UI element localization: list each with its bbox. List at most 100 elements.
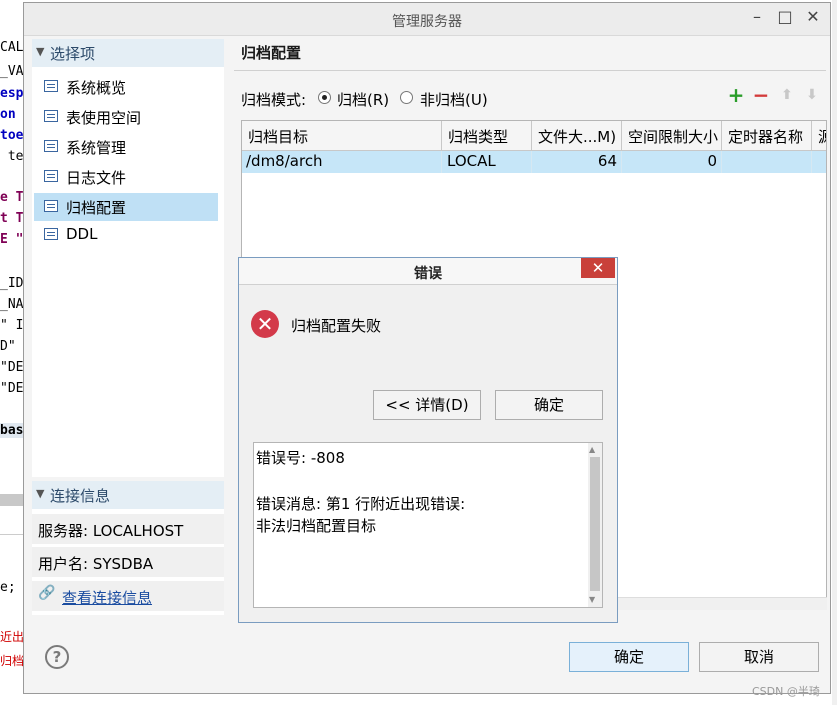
archive-radio-label[interactable]: 归档(R) xyxy=(337,89,389,110)
collapse-arrow-icon: ▼ xyxy=(36,45,45,58)
bg-code-line: esp xyxy=(0,86,24,101)
details-button[interactable]: << 详情(D) xyxy=(373,390,481,420)
bg-code-line: " I xyxy=(0,318,24,333)
window-title: 管理服务器 xyxy=(392,14,462,30)
bg-right-edge xyxy=(832,0,837,705)
archive-radio[interactable] xyxy=(318,91,331,104)
error-detail-message: 错误消息: 第1 行附近出现错误: xyxy=(256,495,466,513)
error-dialog: 错误 ✕ ✕ 归档配置失败 << 详情(D) 确定 错误号: -808 错误消息… xyxy=(238,257,618,623)
bg-code-line: _NA xyxy=(0,297,24,312)
nav-item-log-files[interactable]: 日志文件 xyxy=(34,163,218,191)
nav-item-label: DDL xyxy=(66,225,98,243)
table-icon xyxy=(44,200,58,212)
error-message: 归档配置失败 xyxy=(291,317,382,335)
cell-type: LOCAL xyxy=(442,151,532,173)
bg-scrollbar xyxy=(0,494,24,506)
error-icon: ✕ xyxy=(251,310,279,338)
error-detail-reason: 非法归档配置目标 xyxy=(256,517,377,535)
nav-item-archive-config[interactable]: 归档配置 xyxy=(34,193,218,221)
selection-section-header[interactable]: ▼ 选择项 xyxy=(32,39,224,67)
table-icon xyxy=(44,110,58,122)
page-title: 归档配置 xyxy=(241,44,302,62)
scroll-down-icon[interactable]: ▼ xyxy=(589,595,595,604)
noarchive-radio[interactable] xyxy=(400,91,413,104)
title-divider xyxy=(234,70,826,71)
error-code: 错误号: -808 xyxy=(256,449,345,467)
bg-code-line: on xyxy=(0,107,16,122)
connection-icon: 🔗 xyxy=(38,585,56,601)
view-connection-row: 🔗 查看连接信息 xyxy=(32,581,224,611)
column-header-timer[interactable]: 定时器名称 xyxy=(722,121,812,150)
column-header-file-size[interactable]: 文件大...M) xyxy=(532,121,622,150)
archive-mode-label: 归档模式: xyxy=(241,91,307,109)
bg-code-line: e; xyxy=(0,580,16,595)
column-header-source[interactable]: 源 xyxy=(812,121,826,150)
bg-code-line: CAL xyxy=(0,40,24,55)
add-icon[interactable]: + xyxy=(726,85,746,105)
selection-section-title: 选择项 xyxy=(50,45,96,63)
table-icon xyxy=(44,228,58,240)
nav-item-label: 系统概览 xyxy=(66,79,127,97)
nav-item-label: 系统管理 xyxy=(66,139,127,157)
cell-space-limit: 0 xyxy=(622,151,722,173)
column-header-type[interactable]: 归档类型 xyxy=(442,121,532,150)
server-label: 服务器: LOCALHOST xyxy=(38,522,184,540)
nav-item-label: 表使用空间 xyxy=(66,109,142,127)
table-row[interactable]: /dm8/arch LOCAL 64 0 xyxy=(242,151,826,173)
noarchive-radio-label[interactable]: 非归档(U) xyxy=(420,89,488,110)
bg-code-line: "DE xyxy=(0,381,24,396)
nav-item-label: 归档配置 xyxy=(66,199,127,217)
bg-code-line: t T xyxy=(0,211,24,226)
dialog-ok-button[interactable]: 确定 xyxy=(495,390,603,420)
minimize-icon[interactable]: – xyxy=(746,7,768,27)
background-editor: CAL _VA esp on toe te e T t T E " _ID _N… xyxy=(0,0,24,705)
bg-code-line: te xyxy=(0,149,24,164)
cell-file-size: 64 xyxy=(532,151,622,173)
bg-code-line: _VA xyxy=(0,64,24,79)
connection-panel: ▼ 连接信息 服务器: LOCALHOST 用户名: SYSDBA 🔗 查看连接… xyxy=(32,481,224,615)
table-header: 归档目标 归档类型 文件大...M) 空间限制大小 定时器名称 源 xyxy=(242,121,826,151)
cell-timer xyxy=(722,151,812,173)
help-icon[interactable]: ? xyxy=(45,645,69,669)
error-details-box: 错误号: -808 错误消息: 第1 行附近出现错误: 非法归档配置目标 ▲ ▼ xyxy=(253,442,603,608)
bg-code-line: _ID xyxy=(0,276,24,291)
move-up-icon[interactable]: ⬆ xyxy=(777,85,797,105)
connection-section-header[interactable]: ▼ 连接信息 xyxy=(32,481,224,509)
bg-code-line: E " xyxy=(0,232,24,247)
scroll-thumb[interactable] xyxy=(590,457,600,591)
bg-console-line: 近出 xyxy=(0,630,24,644)
scroll-up-icon[interactable]: ▲ xyxy=(589,445,595,454)
column-header-space-limit[interactable]: 空间限制大小 xyxy=(622,121,722,150)
remove-icon[interactable]: − xyxy=(751,85,771,105)
watermark: CSDN @半琦 xyxy=(752,685,820,698)
bg-code-line: e T xyxy=(0,190,24,205)
nav-item-label: 日志文件 xyxy=(66,169,127,187)
bg-code-line: D" xyxy=(0,339,16,354)
table-icon xyxy=(44,80,58,92)
details-vertical-scrollbar[interactable]: ▲ ▼ xyxy=(588,443,602,607)
maximize-icon[interactable]: □ xyxy=(774,7,796,27)
close-icon[interactable]: ✕ xyxy=(802,7,824,27)
bg-code-line: bas xyxy=(0,423,24,438)
bg-divider xyxy=(0,534,24,535)
nav-item-table-space[interactable]: 表使用空间 xyxy=(34,103,218,131)
dialog-close-icon[interactable]: ✕ xyxy=(581,258,615,278)
connection-section-title: 连接信息 xyxy=(50,487,111,505)
user-info: 用户名: SYSDBA xyxy=(32,547,224,577)
nav-item-system-overview[interactable]: 系统概览 xyxy=(34,73,218,101)
cancel-button[interactable]: 取消 xyxy=(699,642,819,672)
nav-item-system-management[interactable]: 系统管理 xyxy=(34,133,218,161)
nav-item-ddl[interactable]: DDL xyxy=(34,221,218,249)
view-connection-link[interactable]: 查看连接信息 xyxy=(62,587,152,608)
ok-button[interactable]: 确定 xyxy=(569,642,689,672)
user-label: 用户名: SYSDBA xyxy=(38,555,154,573)
selection-panel: ▼ 选择项 系统概览 表使用空间 系统管理 日志文件 归档配置 DDL xyxy=(32,39,224,477)
bg-code-line: toe xyxy=(0,128,24,143)
move-down-icon[interactable]: ⬇ xyxy=(802,85,822,105)
table-icon xyxy=(44,170,58,182)
bg-code-line: "DE xyxy=(0,360,24,375)
cell-target: /dm8/arch xyxy=(242,151,442,173)
table-icon xyxy=(44,140,58,152)
column-header-target[interactable]: 归档目标 xyxy=(242,121,442,150)
server-info: 服务器: LOCALHOST xyxy=(32,514,224,544)
